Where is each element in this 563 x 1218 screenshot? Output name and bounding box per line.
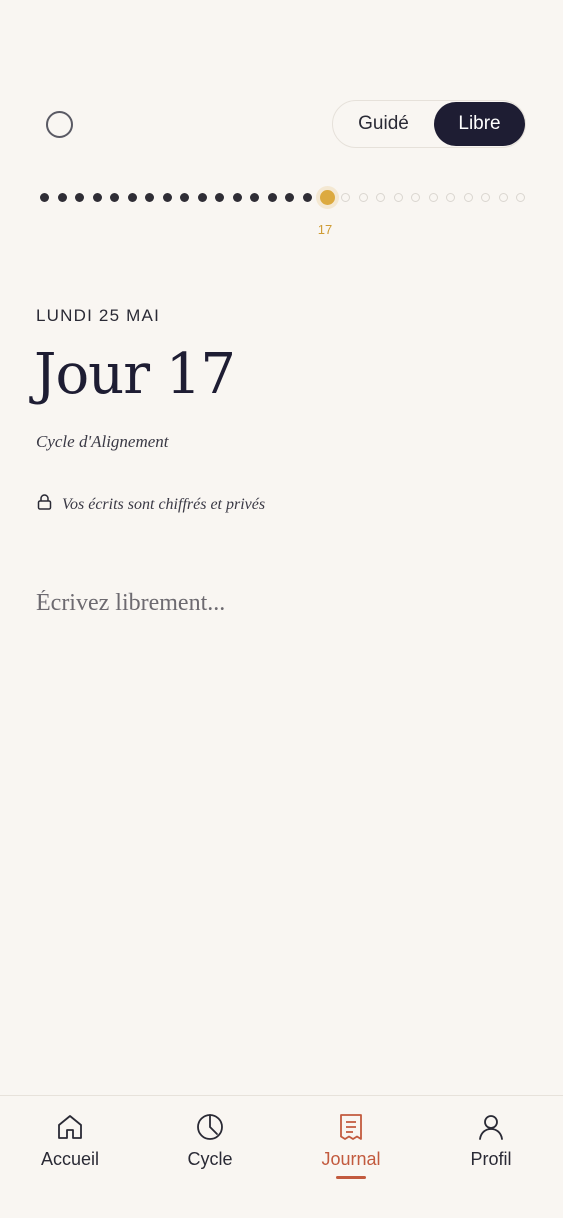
current-day-marker: 17 xyxy=(317,222,333,237)
tab-accueil[interactable]: Accueil xyxy=(0,1096,140,1218)
page-title: Jour 17 xyxy=(34,342,236,407)
day-dot[interactable] xyxy=(162,192,172,202)
mode-option-guide[interactable]: Guidé xyxy=(334,102,433,146)
journal-icon xyxy=(336,1112,366,1142)
journal-editor[interactable] xyxy=(36,590,526,1070)
day-dot-current[interactable] xyxy=(320,189,335,205)
privacy-note: Vos écrits sont chiffrés et privés xyxy=(37,494,265,515)
tab-label: Cycle xyxy=(187,1149,233,1169)
day-dot[interactable] xyxy=(180,192,189,202)
cycle-name: Cycle d'Alignement xyxy=(36,432,169,451)
cycle-clock-icon xyxy=(195,1112,225,1142)
day-dot[interactable] xyxy=(250,192,259,202)
day-dot[interactable] xyxy=(215,192,224,202)
active-tab-indicator xyxy=(336,1176,366,1179)
day-dot[interactable] xyxy=(75,192,84,202)
day-dot[interactable] xyxy=(302,192,312,202)
day-dot[interactable] xyxy=(341,192,350,202)
tab-label: Journal xyxy=(321,1149,381,1169)
circle-button[interactable] xyxy=(46,111,73,138)
day-dot[interactable] xyxy=(516,192,525,202)
mode-toggle: Guidé Libre xyxy=(332,100,526,148)
day-dot[interactable] xyxy=(376,192,385,202)
day-dot[interactable] xyxy=(267,192,277,202)
day-progress-track xyxy=(40,187,526,207)
lock-icon xyxy=(37,494,52,515)
day-dot[interactable] xyxy=(232,192,242,202)
day-dot[interactable] xyxy=(197,192,207,202)
day-dot[interactable] xyxy=(145,192,154,202)
day-dot[interactable] xyxy=(428,192,438,202)
day-dot[interactable] xyxy=(498,192,508,202)
privacy-text: Vos écrits sont chiffrés et privés xyxy=(62,495,266,513)
tab-journal[interactable]: Journal xyxy=(281,1096,421,1218)
date-label: LUNDI 25 MAI xyxy=(36,306,160,325)
profile-icon xyxy=(476,1112,506,1142)
tab-cycle[interactable]: Cycle xyxy=(140,1096,280,1218)
day-dot[interactable] xyxy=(285,192,294,202)
day-dot[interactable] xyxy=(110,192,119,202)
day-dot[interactable] xyxy=(446,192,455,202)
day-dot[interactable] xyxy=(92,192,102,202)
home-icon xyxy=(55,1112,85,1142)
day-dot[interactable] xyxy=(411,192,420,202)
day-dot[interactable] xyxy=(40,192,49,202)
tab-profil[interactable]: Profil xyxy=(421,1096,561,1218)
day-dot[interactable] xyxy=(463,192,473,202)
day-dot[interactable] xyxy=(358,192,368,202)
day-dot[interactable] xyxy=(393,192,403,202)
day-dot[interactable] xyxy=(127,192,137,202)
bottom-tab-bar: Accueil Cycle Journal Profil xyxy=(0,1095,563,1218)
day-dot[interactable] xyxy=(57,192,67,202)
tab-label: Profil xyxy=(470,1149,512,1169)
tab-label: Accueil xyxy=(40,1149,100,1169)
day-dot[interactable] xyxy=(481,192,490,202)
mode-option-libre[interactable]: Libre xyxy=(434,102,525,146)
